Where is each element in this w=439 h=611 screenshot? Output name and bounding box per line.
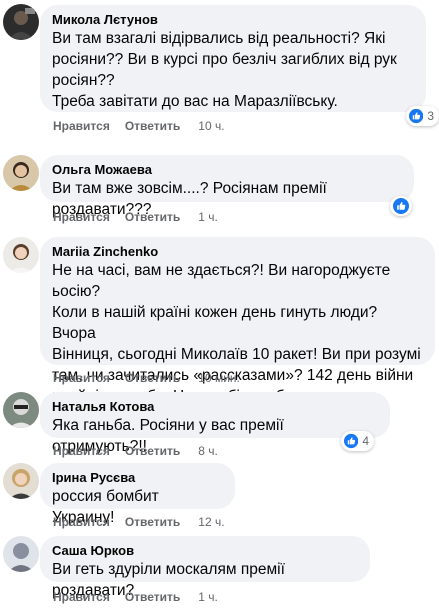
comment-text-line: Не на часі, вам не здається?! Ви нагород… [52, 262, 395, 300]
comment-timestamp[interactable]: 10 ч. [198, 119, 224, 133]
like-button[interactable]: Нравится [53, 371, 110, 385]
reply-button[interactable]: Ответить [125, 119, 180, 133]
comment-author[interactable]: Саша Юрков [52, 542, 358, 559]
comment-author[interactable]: Ірина Русєва [52, 469, 223, 486]
reply-button[interactable]: Ответить [125, 444, 180, 458]
like-button[interactable]: Нравится [53, 119, 110, 133]
reply-button[interactable]: Ответить [125, 371, 180, 385]
like-button[interactable]: Нравится [53, 590, 110, 604]
avatar[interactable] [3, 155, 39, 191]
comment-bubble: Микола Лєтунов Ви там взагалі відірвалис… [40, 5, 426, 112]
comment-text-line: Треба завітати до вас на Маразліївську. [52, 93, 338, 110]
reply-button[interactable]: Ответить [125, 515, 180, 529]
like-button[interactable]: Нравится [53, 210, 110, 224]
comment-actions: Нравится Ответить 1 ч. [53, 209, 218, 225]
comment-bubble: Ірина Русєва россия бомбит Украину! [40, 463, 235, 526]
comment-bubble: Ольга Можаева Ви там вже зовсім....? Рос… [40, 155, 414, 218]
avatar[interactable] [3, 536, 39, 572]
reaction-summary[interactable] [390, 196, 412, 216]
comment-text-line: росіян?? [52, 72, 115, 89]
avatar[interactable] [3, 237, 39, 273]
reaction-summary[interactable]: 4 [341, 431, 374, 451]
comment-author[interactable]: Микола Лєтунов [52, 11, 414, 28]
like-reaction-icon [393, 198, 409, 214]
reply-button[interactable]: Ответить [125, 210, 180, 224]
reply-button[interactable]: Ответить [125, 590, 180, 604]
comment-text-line: Вінниця, сьогодні Миколаїв 10 ракет! Ви … [52, 346, 421, 363]
avatar[interactable] [3, 392, 39, 428]
comment-actions: Нравится Ответить 10 мин. [53, 370, 240, 386]
avatar[interactable] [3, 4, 39, 40]
comment-text-line: Коли в нашій країні кожен день гинуть лю… [52, 304, 382, 342]
comment-author[interactable]: Ольга Можаева [52, 161, 402, 178]
comment-actions: Нравится Ответить 8 ч. [53, 443, 218, 459]
comment-bubble: Mariia Zinchenko Не на часі, вам не здає… [40, 237, 435, 405]
like-button[interactable]: Нравится [53, 515, 110, 529]
comment-timestamp[interactable]: 8 ч. [198, 444, 218, 458]
comment-timestamp[interactable]: 10 мин. [198, 371, 240, 385]
comment-text-line: росіяни?? Ви в курсі про безліч загиблих… [52, 51, 397, 68]
comment-actions: Нравится Ответить 10 ч. [53, 118, 225, 134]
comment-timestamp[interactable]: 12 ч. [198, 515, 224, 529]
comment-author[interactable]: Mariia Zinchenko [52, 243, 423, 260]
reaction-count: 3 [427, 109, 434, 123]
reaction-summary[interactable]: 3 [406, 106, 439, 126]
comment-actions: Нравится Ответить 1 ч. [53, 589, 218, 605]
like-reaction-icon [344, 433, 359, 449]
comment-bubble: Наталья Котова Яка ганьба. Росіяни у вас… [40, 392, 390, 455]
avatar[interactable] [3, 463, 39, 499]
like-reaction-icon [409, 108, 424, 124]
comment-bubble: Саша Юрков Ви геть здуріли москалям прем… [40, 536, 370, 599]
reaction-count: 4 [362, 434, 369, 448]
comment-timestamp[interactable]: 1 ч. [198, 210, 218, 224]
comment-author[interactable]: Наталья Котова [52, 398, 378, 415]
comment-timestamp[interactable]: 1 ч. [198, 590, 218, 604]
comment-text-line: Ви там взагалі відірвались від реальност… [52, 30, 386, 47]
comment-actions: Нравится Ответить 12 ч. [53, 514, 225, 530]
like-button[interactable]: Нравится [53, 444, 110, 458]
